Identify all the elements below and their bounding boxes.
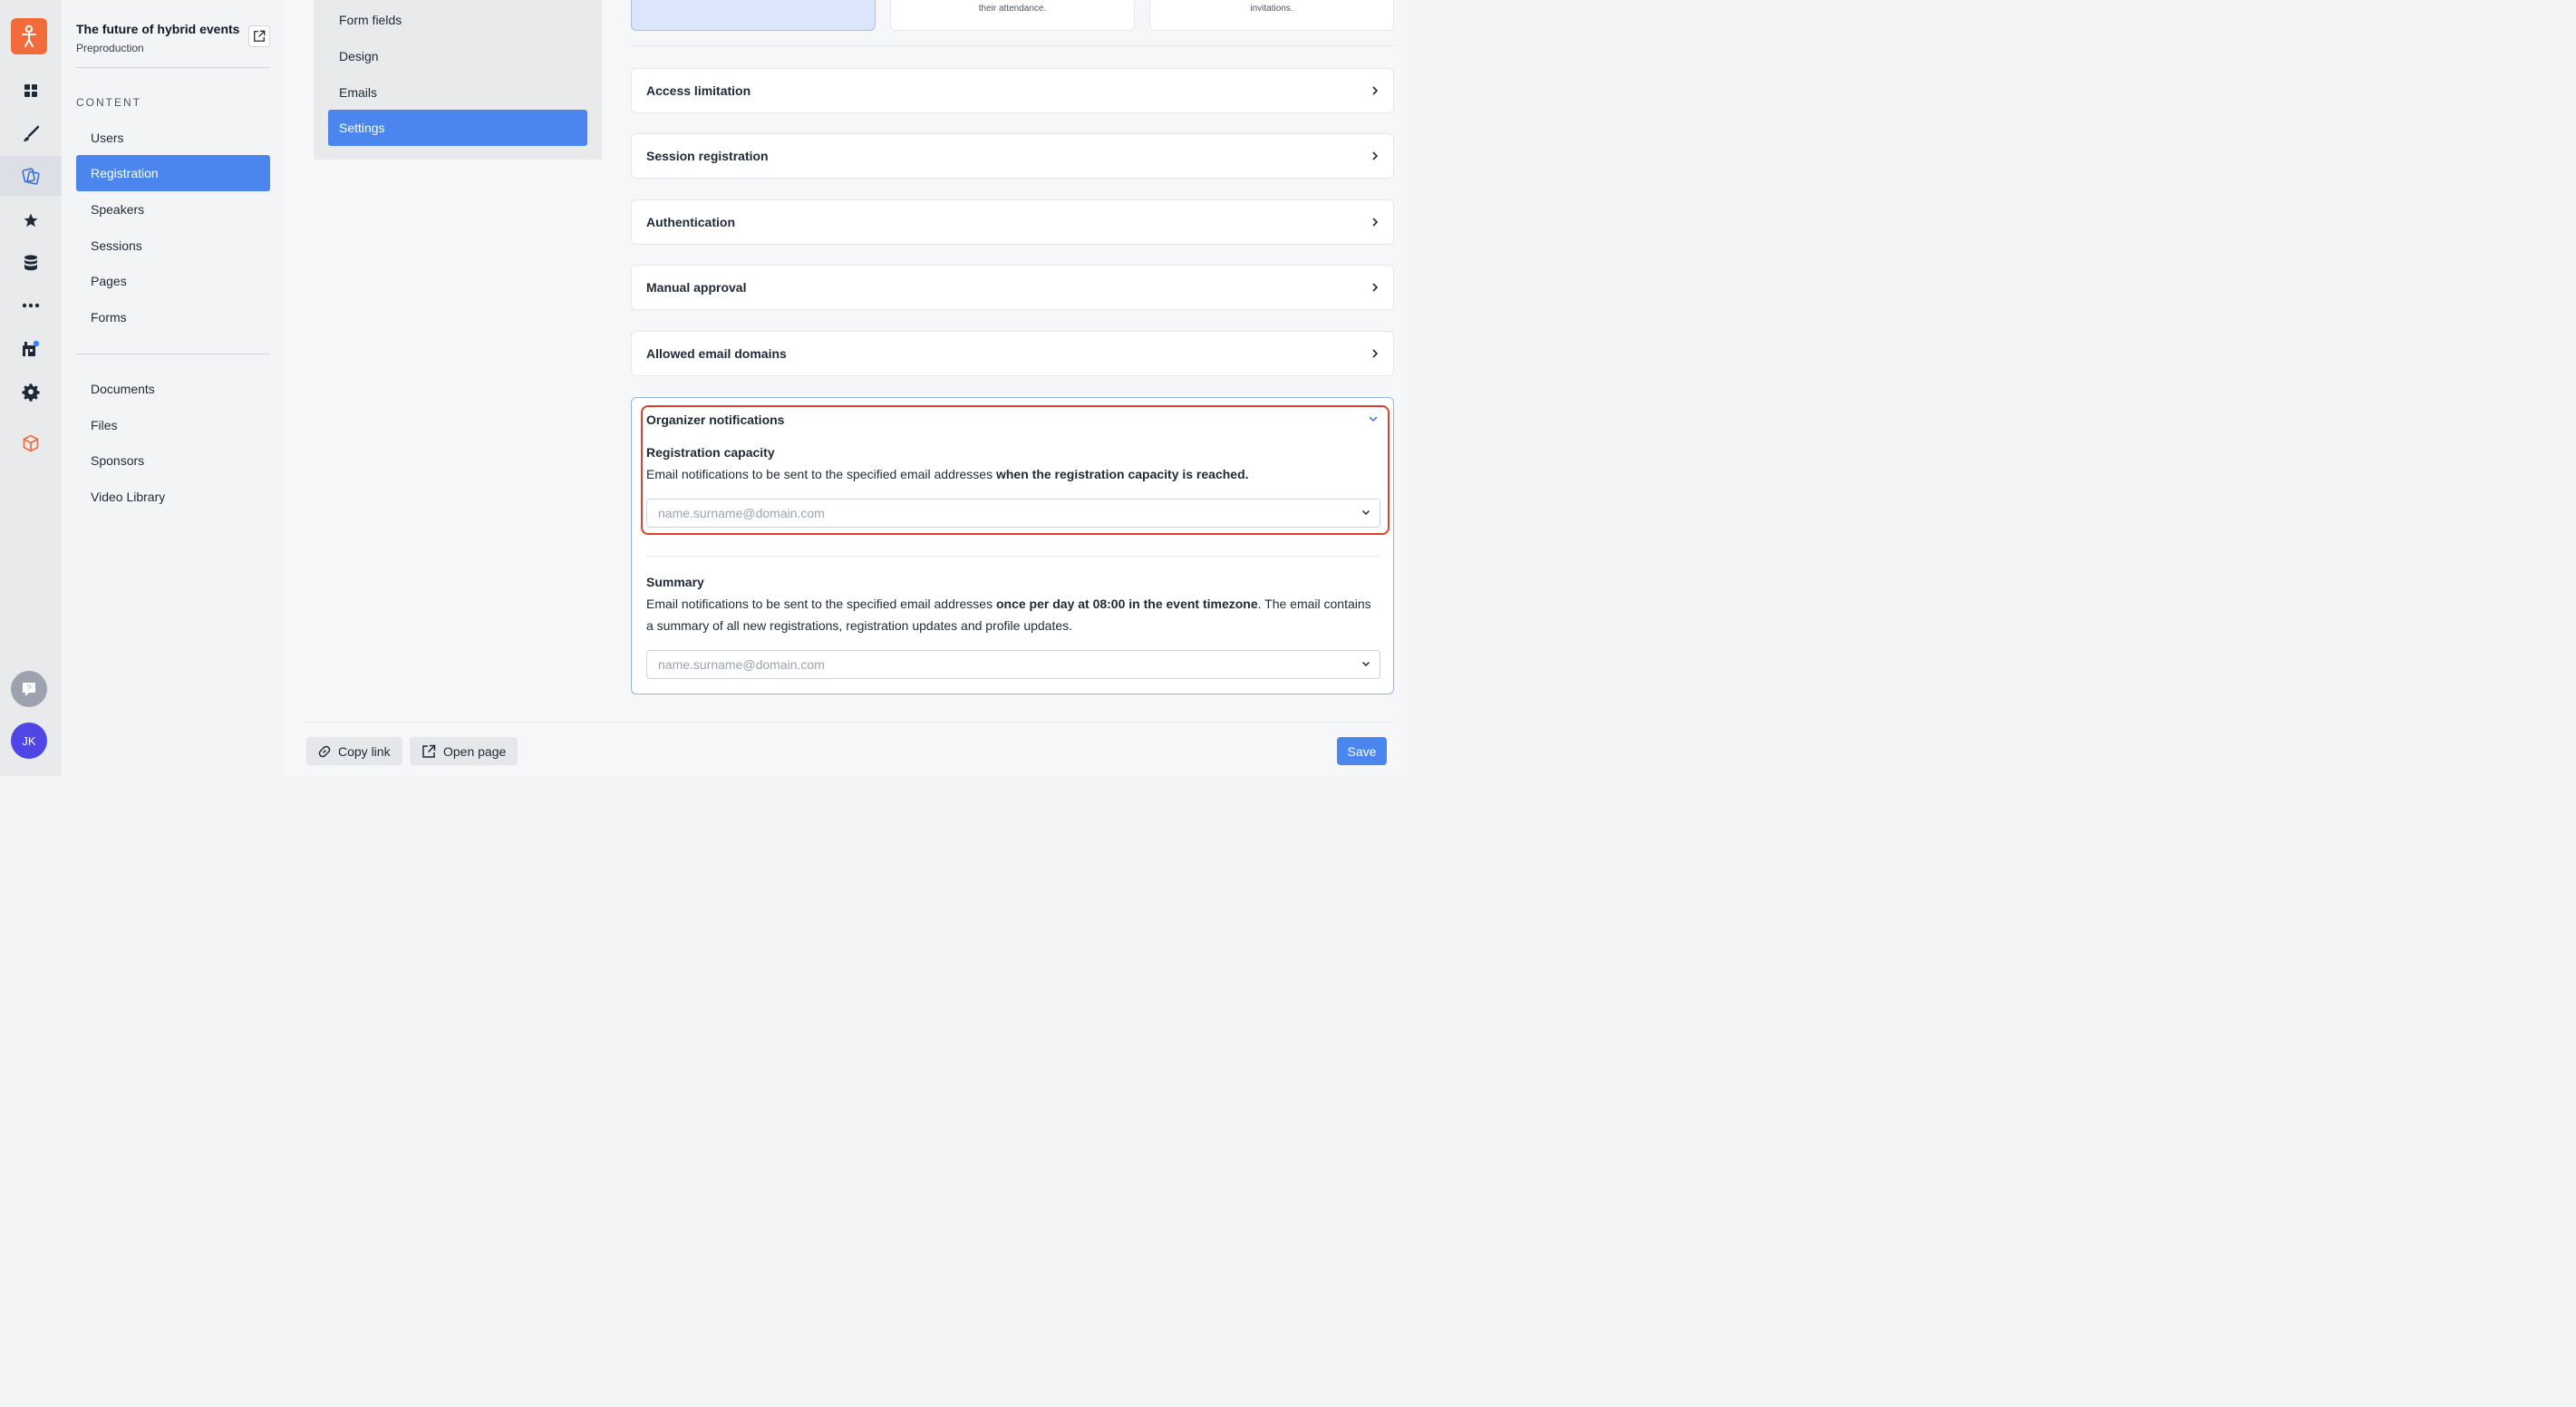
- external-link-icon: [253, 30, 266, 43]
- chevron-down-icon: [1361, 509, 1370, 516]
- event-title: The future of hybrid events: [76, 22, 240, 36]
- settings-icon[interactable]: [0, 373, 62, 412]
- sidebar-item-pages[interactable]: Pages: [76, 263, 270, 299]
- chevron-right-icon: [1371, 150, 1379, 161]
- subnav-item-design[interactable]: Design: [328, 38, 587, 74]
- registration-subnav: Form fields Design Emails Settings: [314, 0, 602, 160]
- brush-icon[interactable]: [0, 114, 62, 154]
- copy-link-button[interactable]: Copy link: [306, 737, 402, 765]
- section-label: Allowed email domains: [646, 346, 787, 361]
- summary-description: Email notifications to be sent to the sp…: [646, 597, 1371, 633]
- divider: [76, 67, 270, 68]
- save-button[interactable]: Save: [1337, 737, 1387, 765]
- section-label: Manual approval: [646, 280, 747, 295]
- chevron-right-icon: [1371, 282, 1379, 293]
- chevron-right-icon: [1371, 348, 1379, 359]
- avatar[interactable]: JK: [11, 723, 47, 759]
- sidebar-item-sessions[interactable]: Sessions: [76, 228, 270, 264]
- sidebar-item-documents[interactable]: Documents: [76, 371, 270, 407]
- cube-icon[interactable]: [0, 423, 62, 463]
- store-icon[interactable]: [0, 329, 62, 369]
- section-label: Access limitation: [646, 83, 751, 98]
- option-cards: their attendance. invitations.: [631, 0, 1394, 33]
- more-icon[interactable]: [0, 286, 62, 325]
- sidebar-item-files[interactable]: Files: [76, 407, 270, 443]
- section-allowed-email-domains[interactable]: Allowed email domains: [631, 331, 1394, 376]
- divider: [631, 45, 1394, 46]
- sidebar-item-registration[interactable]: Registration: [76, 155, 270, 191]
- footer-divider: [306, 722, 1394, 723]
- external-link-icon: [421, 744, 436, 759]
- sidebar-item-sponsors[interactable]: Sponsors: [76, 442, 270, 479]
- app-logo-icon[interactable]: [11, 18, 47, 54]
- section-access-limitation[interactable]: Access limitation: [631, 68, 1394, 113]
- open-event-button[interactable]: [248, 25, 270, 47]
- option-card-text: their attendance.: [978, 4, 1047, 14]
- chevron-right-icon: [1371, 217, 1379, 228]
- chevron-down-icon: [1361, 661, 1370, 667]
- divider: [646, 556, 1380, 557]
- summary-title: Summary: [646, 575, 704, 589]
- dashboard-icon[interactable]: [0, 71, 62, 111]
- section-label: Authentication: [646, 215, 735, 229]
- open-page-label: Open page: [443, 743, 507, 759]
- chevron-right-icon: [1371, 85, 1379, 96]
- panel-title[interactable]: Organizer notifications: [646, 412, 784, 427]
- option-card-text: invitations.: [1250, 4, 1293, 14]
- svg-text:?: ?: [26, 684, 31, 693]
- capacity-email-select[interactable]: name.surname@domain.com: [646, 499, 1380, 528]
- section-authentication[interactable]: Authentication: [631, 199, 1394, 245]
- copy-link-label: Copy link: [338, 743, 391, 759]
- sidebar-item-forms[interactable]: Forms: [76, 299, 270, 335]
- link-icon: [318, 745, 331, 758]
- help-icon[interactable]: ?: [11, 671, 47, 707]
- star-icon[interactable]: [0, 200, 62, 240]
- open-page-button[interactable]: Open page: [410, 737, 518, 765]
- sidebar-item-users[interactable]: Users: [76, 120, 270, 156]
- section-label: Session registration: [646, 149, 769, 163]
- subnav-item-emails[interactable]: Emails: [328, 74, 587, 111]
- subnav-item-settings[interactable]: Settings: [328, 110, 587, 146]
- select-placeholder: name.surname@domain.com: [658, 657, 825, 672]
- icon-rail: ? JK: [0, 0, 62, 776]
- database-icon[interactable]: [0, 243, 62, 283]
- section-session-registration[interactable]: Session registration: [631, 133, 1394, 179]
- select-placeholder: name.surname@domain.com: [658, 506, 825, 520]
- registration-icon[interactable]: [0, 156, 62, 196]
- chevron-down-icon[interactable]: [1368, 415, 1379, 422]
- summary-email-select[interactable]: name.surname@domain.com: [646, 650, 1380, 679]
- option-card[interactable]: their attendance.: [890, 0, 1135, 31]
- sidebar-item-video-library[interactable]: Video Library: [76, 479, 270, 515]
- subnav-item-form-fields[interactable]: Form fields: [328, 2, 587, 38]
- sidebar-item-speakers[interactable]: Speakers: [76, 191, 270, 228]
- registration-capacity-title: Registration capacity: [646, 445, 775, 460]
- content-section-label: CONTENT: [76, 96, 141, 109]
- registration-capacity-description: Email notifications to be sent to the sp…: [646, 467, 1249, 481]
- organizer-notifications-panel: Organizer notifications Registration cap…: [631, 397, 1394, 694]
- option-card-selected[interactable]: [631, 0, 876, 31]
- option-card[interactable]: invitations.: [1149, 0, 1394, 31]
- event-status: Preproduction: [76, 42, 144, 54]
- content-sidebar: The future of hybrid events Preproductio…: [62, 0, 285, 776]
- section-manual-approval[interactable]: Manual approval: [631, 265, 1394, 310]
